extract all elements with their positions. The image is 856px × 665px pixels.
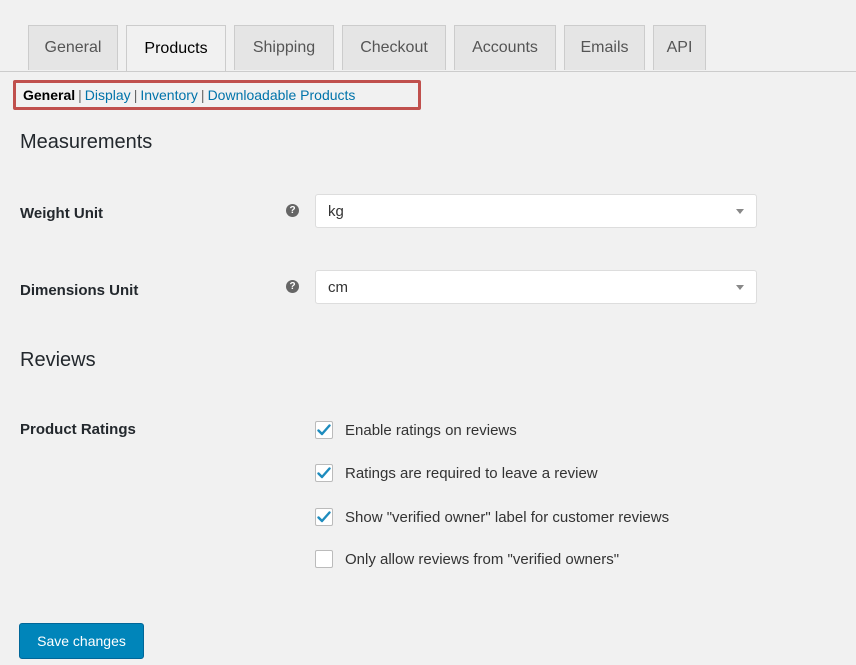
subnav-separator: |	[78, 87, 82, 103]
option-verified-owner-label: Show "verified owner" label for customer…	[315, 507, 669, 527]
dimensions-unit-value: cm	[328, 278, 348, 296]
verified-owner-label-text: Show "verified owner" label for customer…	[345, 508, 670, 526]
tab-checkout[interactable]: Checkout	[342, 25, 446, 70]
reviews-heading: Reviews	[20, 349, 96, 371]
verified-owner-label-checkbox[interactable]	[315, 508, 333, 526]
verified-owners-only-checkbox[interactable]	[315, 550, 333, 568]
weight-unit-value: kg	[328, 202, 344, 220]
subnav-display[interactable]: Display	[85, 87, 131, 103]
enable-ratings-text: Enable ratings on reviews	[345, 421, 517, 439]
subnav-inventory[interactable]: Inventory	[140, 87, 198, 103]
dropdown-arrow-icon	[736, 209, 744, 214]
tab-emails[interactable]: Emails	[564, 25, 645, 70]
measurements-heading: Measurements	[20, 131, 153, 153]
settings-tab-bar: General Products Shipping Checkout Accou…	[0, 0, 856, 72]
subnav-downloadable-products[interactable]: Downloadable Products	[208, 87, 356, 103]
enable-ratings-checkbox[interactable]	[315, 421, 333, 439]
subnav-general[interactable]: General	[23, 87, 75, 103]
option-enable-ratings: Enable ratings on reviews	[315, 420, 517, 440]
weight-unit-select[interactable]: kg	[315, 194, 757, 228]
checkmark-icon	[317, 424, 331, 436]
tab-products[interactable]: Products	[126, 25, 226, 71]
dropdown-arrow-icon	[736, 285, 744, 290]
save-changes-button[interactable]: Save changes	[19, 623, 144, 659]
ratings-required-checkbox[interactable]	[315, 464, 333, 482]
verified-owners-only-text: Only allow reviews from "verified owners…	[345, 550, 620, 568]
dimensions-unit-select[interactable]: cm	[315, 270, 757, 304]
dimensions-unit-label: Dimensions Unit	[20, 282, 139, 299]
help-tip-icon[interactable]: ?	[286, 280, 299, 293]
tab-api[interactable]: API	[653, 25, 706, 70]
checkmark-icon	[317, 467, 331, 479]
weight-unit-label: Weight Unit	[20, 205, 104, 222]
subnav-separator: |	[133, 87, 138, 103]
checkmark-icon	[317, 511, 331, 523]
option-verified-owners-only: Only allow reviews from "verified owners…	[315, 549, 619, 569]
option-ratings-required: Ratings are required to leave a review	[315, 463, 598, 483]
tab-accounts[interactable]: Accounts	[454, 25, 556, 70]
product-ratings-label: Product Ratings	[20, 421, 136, 438]
section-subnav: General | Display | Inventory | Download…	[13, 80, 421, 110]
help-tip-icon[interactable]: ?	[286, 204, 299, 217]
ratings-required-text: Ratings are required to leave a review	[345, 464, 598, 482]
subnav-separator: |	[200, 87, 205, 103]
tab-general[interactable]: General	[28, 25, 118, 70]
tab-shipping[interactable]: Shipping	[234, 25, 334, 70]
